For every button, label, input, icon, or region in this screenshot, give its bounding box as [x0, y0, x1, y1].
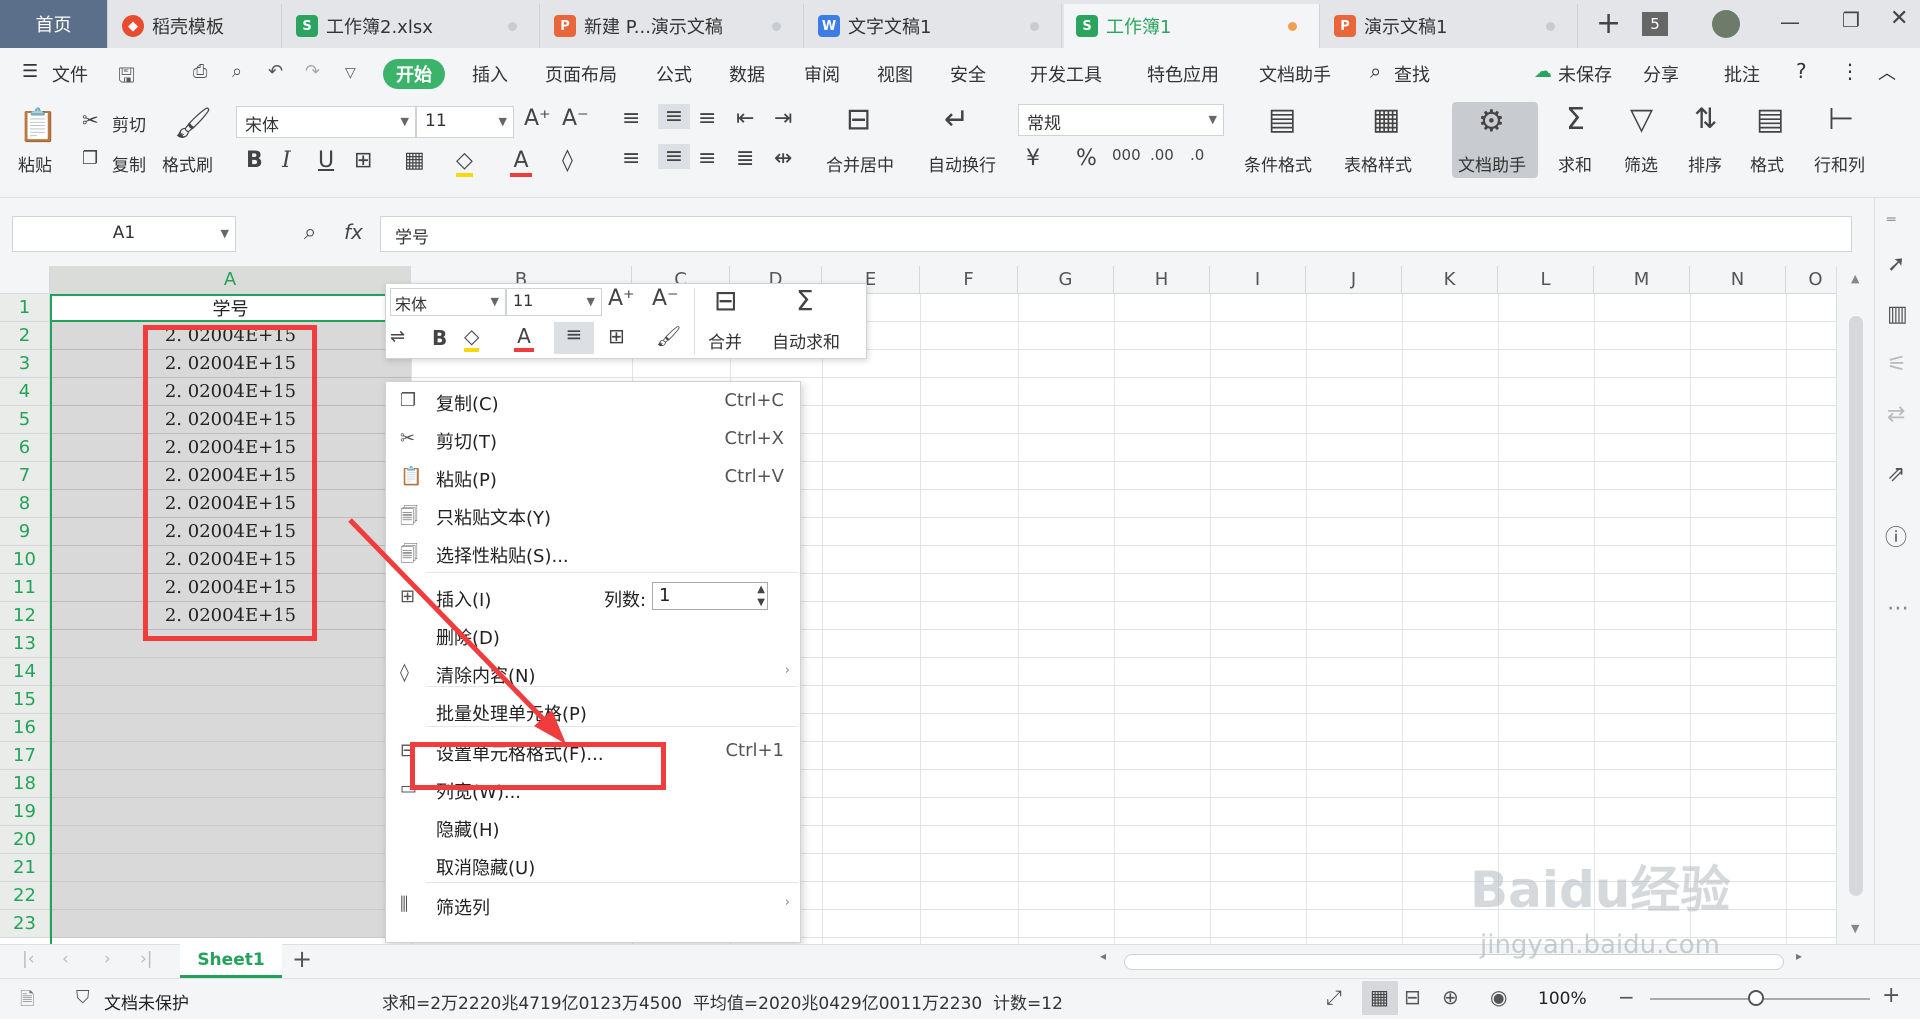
prev-sheet-icon[interactable]: ‹: [62, 949, 69, 969]
select-cursor-icon[interactable]: ➚: [1887, 252, 1905, 277]
chart-icon[interactable]: ▥: [1887, 302, 1908, 327]
help-circle-icon[interactable]: ⓘ: [1885, 520, 1907, 552]
selection-stats: 求和=2万2220兆4719亿0123万4500 平均值=2020兆0429亿0…: [382, 994, 1063, 1014]
eye-protect-icon[interactable]: ◉: [1490, 985, 1507, 1009]
zoom-level[interactable]: 100%: [1538, 989, 1587, 1009]
protect-status[interactable]: 文档未保护: [104, 989, 189, 1014]
fullscreen-icon[interactable]: ⤢: [1326, 985, 1342, 1009]
sheet-tab-sheet1[interactable]: Sheet1: [180, 944, 282, 978]
grid-view-icon: ▦: [1370, 985, 1389, 1009]
page-layout-icon[interactable]: ⊕: [1442, 985, 1459, 1009]
status-bar: 🗎 ⛉ 文档未保护 求和=2万2220兆4719亿0123万4500 平均值=2…: [0, 978, 1920, 1019]
last-sheet-icon[interactable]: ›|: [140, 949, 153, 969]
scroll-thumb[interactable]: [1849, 316, 1863, 896]
first-sheet-icon[interactable]: |‹: [22, 949, 35, 969]
sidebar-collapse-icon[interactable]: ═: [1887, 212, 1895, 228]
zoom-slider-knob[interactable]: [1748, 990, 1764, 1006]
settings-sliders-icon[interactable]: ⚟: [1887, 352, 1907, 377]
page-break-icon[interactable]: ⊟: [1404, 985, 1421, 1009]
scroll-down-icon[interactable]: ▼: [1851, 922, 1859, 935]
doc-icon[interactable]: 🗎: [20, 987, 34, 1017]
more-horizontal-icon[interactable]: ⋯: [1887, 596, 1909, 621]
transfer-icon[interactable]: ⇄: [1887, 402, 1905, 427]
right-sidebar: ═ ➚ ▥ ⚟ ⇄ ⇗ ⓘ ⋯: [1874, 198, 1920, 944]
share-out-icon[interactable]: ⇗: [1887, 462, 1905, 487]
hscroll-left-icon[interactable]: ◂: [1100, 949, 1106, 963]
next-sheet-icon[interactable]: ›: [104, 949, 111, 969]
hscroll-right-icon[interactable]: ▸: [1796, 949, 1802, 963]
zoom-out-icon[interactable]: −: [1618, 985, 1635, 1009]
scroll-up-icon[interactable]: ▲: [1851, 272, 1859, 285]
add-sheet-icon[interactable]: +: [292, 945, 312, 973]
shield-icon: ⛉: [76, 987, 90, 1008]
vertical-scrollbar[interactable]: ▲ ▼: [1836, 266, 1874, 944]
watermark-logo: Baidu经验: [1470, 861, 1731, 919]
zoom-in-icon[interactable]: +: [1882, 983, 1900, 1008]
watermark-url: jingyan.baidu.com: [1480, 930, 1720, 960]
